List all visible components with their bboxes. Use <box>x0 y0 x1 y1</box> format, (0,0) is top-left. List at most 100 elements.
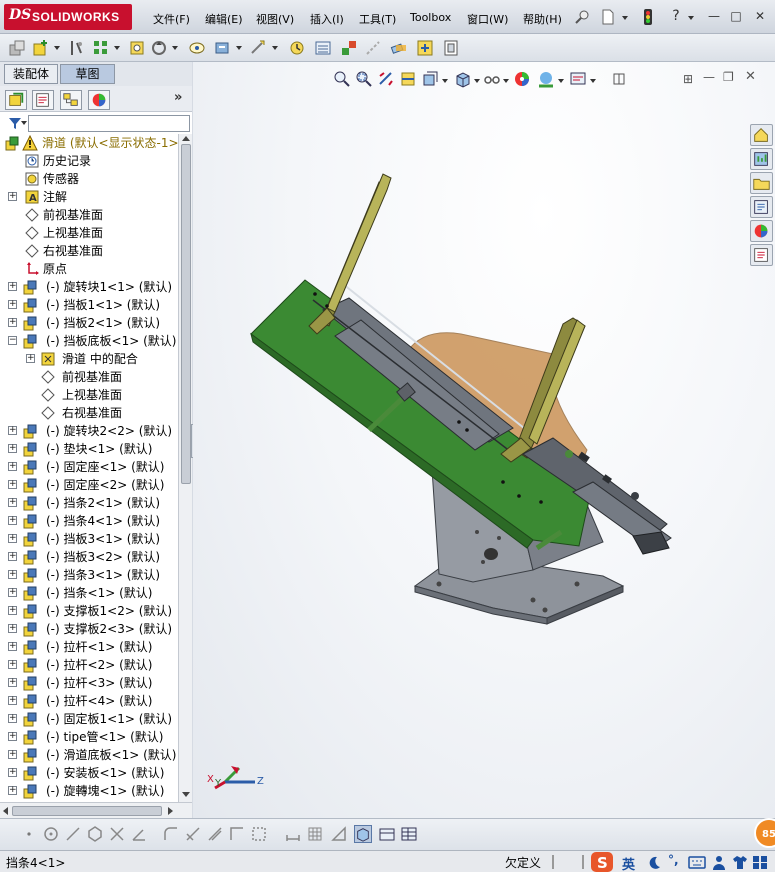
expand-toggle[interactable]: + <box>26 354 35 363</box>
filter-dropdown-icon[interactable] <box>21 121 27 125</box>
tree-vertical-scrollbar[interactable] <box>178 134 192 802</box>
linear-pattern-icon[interactable] <box>92 39 110 57</box>
tree-item-top-plane[interactable]: 上视基准面 <box>0 224 178 242</box>
new-dropdown-icon[interactable] <box>622 16 628 20</box>
interference-detection-icon[interactable] <box>390 39 408 57</box>
fillet-icon[interactable] <box>162 825 180 843</box>
tree-item-component[interactable]: + (-) 拉杆<3> (默认) <box>0 674 178 692</box>
bill-of-materials-icon[interactable] <box>314 39 332 57</box>
reference-geometry-icon[interactable] <box>250 39 268 57</box>
expand-toggle[interactable]: + <box>8 552 17 561</box>
expand-toggle[interactable]: + <box>8 624 17 633</box>
menu-toolbox[interactable]: Toolbox <box>410 11 451 27</box>
tab-assembly[interactable]: 装配体 <box>4 64 58 84</box>
tree-item-component[interactable]: 上视基准面 <box>0 386 178 404</box>
tree-item-component[interactable]: − (-) 挡板底板<1> (默认) <box>0 332 178 350</box>
tree-item-component[interactable]: + (-) 拉杆<2> (默认) <box>0 656 178 674</box>
smart-dimension-icon[interactable] <box>284 825 302 843</box>
explode-line-sketch-icon[interactable] <box>364 39 382 57</box>
tree-root-assembly[interactable]: 滑道 (默认<显示状态-1>) <box>0 134 178 152</box>
close-button[interactable]: ✕ <box>752 9 768 23</box>
expand-toggle[interactable]: + <box>8 480 17 489</box>
mate-icon[interactable] <box>68 39 86 57</box>
tree-item-front-plane[interactable]: 前视基准面 <box>0 206 178 224</box>
chute-3d-model[interactable] <box>193 62 775 818</box>
corner-rectangle-icon[interactable] <box>228 825 246 843</box>
expand-toggle[interactable]: + <box>8 426 17 435</box>
tree-item-component[interactable]: + (-) 挡板1<1> (默认) <box>0 296 178 314</box>
configuration-manager-tab-icon[interactable] <box>60 90 82 110</box>
rebuild-traffic-light-icon[interactable] <box>640 9 656 25</box>
pattern-dropdown-icon[interactable] <box>114 46 120 50</box>
dashed-rectangle-icon[interactable] <box>250 825 268 843</box>
design-library-icon[interactable] <box>750 148 773 170</box>
help-question-icon[interactable]: ? <box>668 9 684 23</box>
expand-toggle[interactable]: + <box>8 318 17 327</box>
custom-properties-icon[interactable] <box>750 244 773 266</box>
tree-item-component[interactable]: + (-) 挡板2<1> (默认) <box>0 314 178 332</box>
grid-icon[interactable] <box>306 825 324 843</box>
tree-item-component[interactable]: + (-) 固定板1<1> (默认) <box>0 710 178 728</box>
expand-toggle[interactable]: + <box>8 444 17 453</box>
tree-item-component[interactable]: + (-) 挡条<1> (默认) <box>0 584 178 602</box>
view-sketch-icon[interactable] <box>378 825 396 843</box>
tree-item-component[interactable]: + (-) 安装板<1> (默认) <box>0 764 178 782</box>
solidworks-resources-icon[interactable] <box>750 124 773 146</box>
menu-view[interactable]: 视图(V) <box>256 11 294 27</box>
expand-toggle[interactable]: + <box>8 606 17 615</box>
tree-item-component[interactable]: + (-) 旋转块1<1> (默认) <box>0 278 178 296</box>
tree-item-component[interactable]: + (-) 旋轉塊<1> (默认) <box>0 782 178 800</box>
tree-item-component[interactable]: + (-) 挡条3<1> (默认) <box>0 566 178 584</box>
point-icon[interactable] <box>20 825 38 843</box>
expand-toggle[interactable]: + <box>8 498 17 507</box>
filter-input[interactable] <box>28 115 190 132</box>
sogou-ime-icon[interactable]: S <box>590 851 614 872</box>
feature-manager-tab-icon[interactable] <box>5 90 27 110</box>
skin-shirt-icon[interactable] <box>732 855 748 870</box>
help-dropdown-icon[interactable] <box>688 16 694 20</box>
expand-toggle[interactable]: + <box>8 696 17 705</box>
scroll-right-icon[interactable] <box>168 807 173 815</box>
features-dropdown-icon[interactable] <box>236 46 242 50</box>
tree-item-component[interactable]: + (-) 拉杆<4> (默认) <box>0 692 178 710</box>
expand-toggle[interactable]: + <box>8 534 17 543</box>
solidworks-logo[interactable]: DS SOLIDWORKS <box>4 4 132 30</box>
expand-toggle[interactable]: + <box>8 300 17 309</box>
graphics-viewport[interactable]: ⊞ — ❐ ✕ Y Z X <box>193 62 775 818</box>
tree-item-component[interactable]: 前视基准面 <box>0 368 178 386</box>
move-dropdown-icon[interactable] <box>172 46 178 50</box>
tree-item-component[interactable]: + (-) 挡条4<1> (默认) <box>0 512 178 530</box>
expand-toggle[interactable]: + <box>8 570 17 579</box>
expand-toggle[interactable]: + <box>8 642 17 651</box>
hole-alignment-icon[interactable] <box>442 39 460 57</box>
insert-component-icon[interactable] <box>32 39 50 57</box>
line-icon[interactable] <box>64 825 82 843</box>
tree-item-component[interactable]: + (-) 支撑板2<3> (默认) <box>0 620 178 638</box>
offset-entities-icon[interactable] <box>206 825 224 843</box>
expand-toggle[interactable]: + <box>8 732 17 741</box>
tree-item-component[interactable]: + (-) 支撑板1<2> (默认) <box>0 602 178 620</box>
assembly-icon[interactable] <box>8 39 26 57</box>
tab-sketch[interactable]: 草图 <box>60 64 115 84</box>
expand-toggle[interactable]: + <box>8 660 17 669</box>
move-component-icon[interactable] <box>150 39 168 57</box>
maximize-button[interactable]: □ <box>728 9 744 23</box>
expand-toggle[interactable]: + <box>8 282 17 291</box>
scroll-thumb[interactable] <box>12 806 162 816</box>
tree-item-component[interactable]: + (-) 挡条2<1> (默认) <box>0 494 178 512</box>
tree-item-component[interactable]: 右视基准面 <box>0 404 178 422</box>
expand-toggle[interactable]: + <box>8 678 17 687</box>
tree-item-component[interactable]: + (-) 拉杆<1> (默认) <box>0 638 178 656</box>
trim-entities-icon[interactable] <box>108 825 126 843</box>
expand-toggle[interactable]: − <box>8 336 17 345</box>
assembly-features-icon[interactable] <box>214 39 232 57</box>
tree-item-component[interactable]: + (-) 垫块<1> (默认) <box>0 440 178 458</box>
property-manager-tab-icon[interactable] <box>32 90 54 110</box>
convert-entities-icon[interactable] <box>184 825 202 843</box>
tree-item-component[interactable]: + (-) 挡板3<2> (默认) <box>0 548 178 566</box>
tree-item-origin[interactable]: 原点 <box>0 260 178 278</box>
minimize-button[interactable]: — <box>706 9 722 23</box>
scroll-left-icon[interactable] <box>3 807 8 815</box>
insert-dropdown-icon[interactable] <box>54 46 60 50</box>
keyboard-icon[interactable] <box>688 856 706 869</box>
